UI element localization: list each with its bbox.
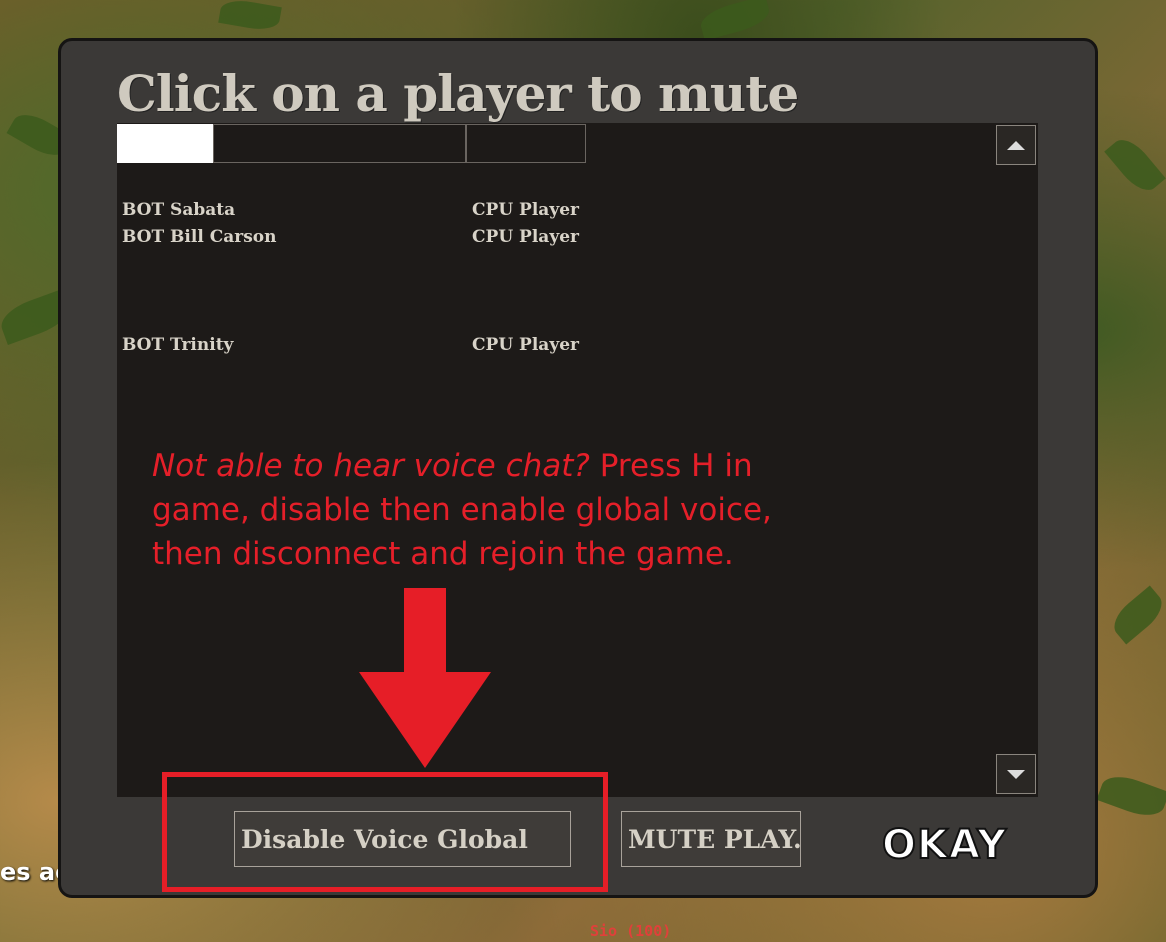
foliage (1096, 769, 1166, 823)
player-type[interactable]: CPU Player (472, 335, 579, 355)
foliage (1104, 132, 1166, 198)
triangle-down-icon (1007, 769, 1025, 779)
column-header-blank[interactable] (117, 124, 213, 163)
column-header-type[interactable] (466, 124, 586, 163)
foliage (1106, 585, 1166, 645)
column-header-name[interactable] (213, 124, 466, 163)
scroll-up-button[interactable] (996, 125, 1036, 165)
scroll-down-button[interactable] (996, 754, 1036, 794)
annotation-arrow-icon (404, 588, 446, 678)
status-text: Sio (100) (590, 922, 672, 940)
player-type[interactable]: CPU Player (472, 200, 579, 220)
player-type[interactable]: CPU Player (472, 227, 579, 247)
voice-chat-help-note: Not able to hear voice chat? Press H in … (152, 444, 832, 576)
annotation-highlight-box (162, 772, 608, 892)
okay-button[interactable]: OKAY (881, 821, 1007, 869)
mute-player-button[interactable]: MUTE PLAY... (621, 811, 801, 867)
foliage (218, 0, 282, 34)
foliage (697, 0, 773, 41)
note-question: Not able to hear voice chat? (152, 448, 590, 484)
dialog-title: Click on a player to mute (117, 64, 799, 123)
annotation-arrow-head-icon (359, 672, 491, 768)
player-name[interactable]: BOT Bill Carson (122, 227, 277, 247)
player-name[interactable]: BOT Trinity (122, 335, 233, 355)
player-name[interactable]: BOT Sabata (122, 200, 235, 220)
triangle-up-icon (1007, 140, 1025, 150)
